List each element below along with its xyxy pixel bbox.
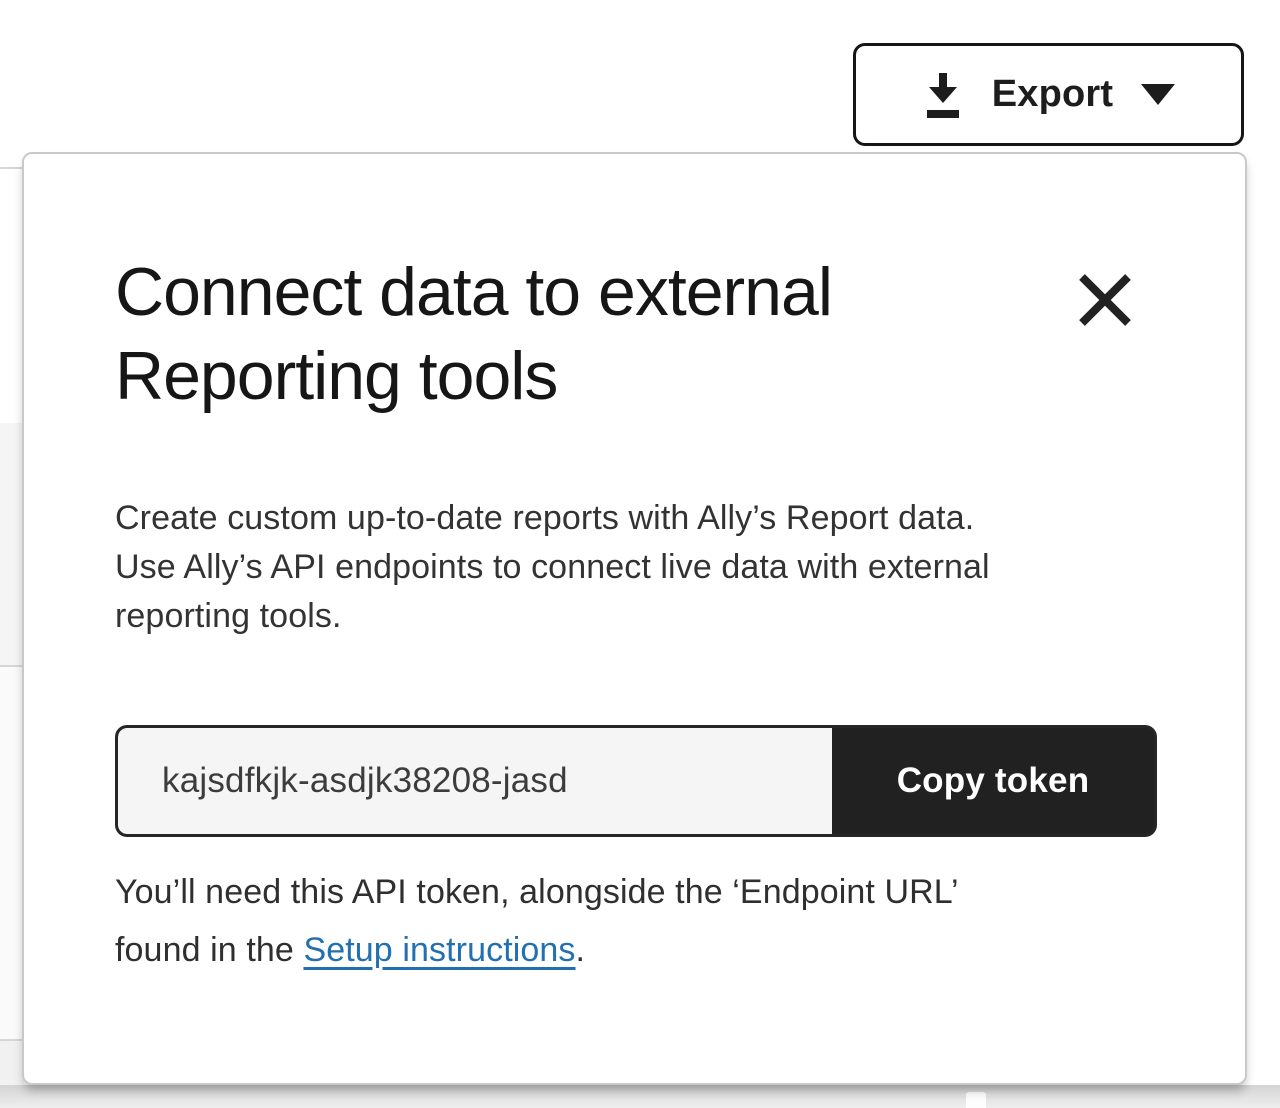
caption-text: You’ll need this API token, alongside th… xyxy=(115,873,959,911)
close-button[interactable] xyxy=(1067,262,1143,338)
caption-text: found in the xyxy=(115,931,303,969)
copy-token-button[interactable]: Copy token xyxy=(832,728,1154,834)
caret-down-icon xyxy=(1139,82,1177,107)
dialog-title-line: Connect data to external xyxy=(115,250,975,334)
api-token-group: kajsdfkjk-asdjk38208-jasd Copy token xyxy=(115,725,1157,837)
background-panel-gap xyxy=(966,1092,986,1108)
export-button[interactable]: Export xyxy=(853,43,1244,146)
download-icon xyxy=(920,68,966,122)
background-panel-band xyxy=(0,423,24,666)
dialog-title-line: Reporting tools xyxy=(115,334,975,418)
dialog-caption-line: found in the Setup instructions. xyxy=(115,921,1175,979)
background-page-bottom xyxy=(0,1085,1280,1108)
export-button-label: Export xyxy=(992,73,1114,116)
dialog-caption-line: You’ll need this API token, alongside th… xyxy=(115,863,1175,921)
caption-text: . xyxy=(576,931,586,969)
dialog-caption: You’ll need this API token, alongside th… xyxy=(115,863,1175,979)
dialog-title: Connect data to external Reporting tools xyxy=(115,250,975,418)
dialog-description-line: Use Ally’s API endpoints to connect live… xyxy=(115,543,1175,592)
dialog-description-line: Create custom up-to-date reports with Al… xyxy=(115,494,1175,543)
background-divider-line xyxy=(0,167,24,169)
close-icon xyxy=(1074,269,1136,331)
connect-data-dialog: Connect data to external Reporting tools… xyxy=(22,152,1247,1085)
setup-instructions-link[interactable]: Setup instructions xyxy=(303,931,575,969)
dialog-description: Create custom up-to-date reports with Al… xyxy=(115,494,1175,641)
dialog-description-line: reporting tools. xyxy=(115,592,1175,641)
background-panel-band xyxy=(0,667,24,1039)
api-token-field[interactable]: kajsdfkjk-asdjk38208-jasd xyxy=(118,728,832,834)
